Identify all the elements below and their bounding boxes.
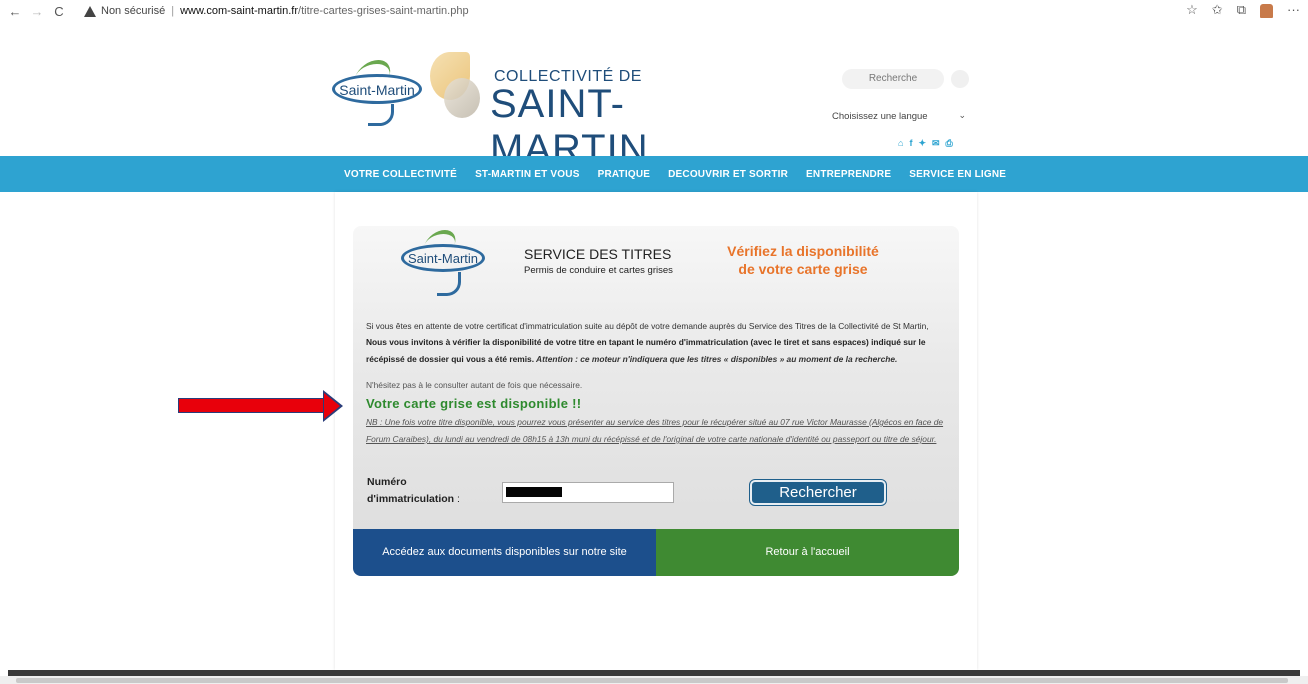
hesitez-text: N'hésitez pas à le consulter autant de f… bbox=[366, 380, 583, 390]
language-select-value: Choisissez une langue bbox=[832, 111, 928, 122]
profile-avatar[interactable] bbox=[1260, 4, 1273, 18]
card-logo-wave-icon bbox=[437, 272, 461, 296]
url-domain[interactable]: www.com-saint-martin.fr bbox=[180, 5, 298, 17]
read-aloud-icon[interactable]: ☆ bbox=[1186, 2, 1198, 18]
pickup-note: NB : Une fois votre titre disponible, vo… bbox=[366, 417, 944, 444]
service-subtitle: Permis de conduire et cartes grises bbox=[524, 265, 673, 276]
card-logo: Saint-Martin bbox=[401, 244, 485, 272]
nav-item-st-martin-et-vous[interactable]: ST-MARTIN ET VOUS bbox=[475, 169, 580, 180]
registration-label-line2: d'immatriculation bbox=[367, 493, 455, 505]
home-icon[interactable]: ⌂ bbox=[898, 138, 903, 149]
nav-item-decouvrir-et-sortir[interactable]: DECOUVRIR ET SORTIR bbox=[668, 169, 788, 180]
browser-toolbar: ← → C Non sécurisé | www.com-saint-marti… bbox=[0, 0, 1308, 22]
availability-result: Votre carte grise est disponible !! bbox=[366, 396, 582, 411]
twitter-icon[interactable]: ✦ bbox=[918, 138, 926, 149]
red-arrow-shaft bbox=[178, 398, 324, 413]
main-navigation: VOTRE COLLECTIVITÉ ST-MARTIN ET VOUS PRA… bbox=[0, 156, 1308, 192]
back-button[interactable]: ← bbox=[4, 4, 26, 19]
registration-number-input[interactable] bbox=[502, 482, 674, 503]
site-logo[interactable]: Saint-Martin COLLECTIVITÉ DE SAINT-MARTI… bbox=[328, 52, 768, 171]
verify-heading: Vérifiez la disponibilité de votre carte… bbox=[703, 242, 903, 278]
registration-label-colon: : bbox=[457, 493, 460, 505]
url-path[interactable]: /titre-cartes-grises-saint-martin.php bbox=[298, 5, 469, 17]
intro-text: Si vous êtes en attente de votre certifi… bbox=[366, 321, 929, 331]
phoenix-emblem-icon bbox=[424, 52, 486, 124]
browser-actions: ☆ ✩ ⧉ ··· bbox=[1186, 2, 1300, 18]
service-title: SERVICE DES TITRES bbox=[524, 246, 672, 262]
warning-icon[interactable] bbox=[84, 5, 96, 17]
nav-item-entreprendre[interactable]: ENTREPRENDRE bbox=[806, 169, 891, 180]
logo-wave-icon bbox=[368, 104, 394, 126]
logo-text: Saint-Martin bbox=[339, 82, 415, 98]
collections-icon[interactable]: ⧉ bbox=[1237, 2, 1246, 18]
red-arrow-head bbox=[324, 393, 340, 419]
nav-item-votre-collectivite[interactable]: VOTRE COLLECTIVITÉ bbox=[344, 169, 457, 180]
home-link-button[interactable]: Retour à l'accueil bbox=[656, 529, 959, 576]
verify-heading-line2: de votre carte grise bbox=[738, 261, 868, 277]
forward-button[interactable]: → bbox=[26, 4, 48, 19]
facebook-icon[interactable]: f bbox=[909, 138, 912, 149]
intro-italic-text: Attention : ce moteur n'indiquera que le… bbox=[534, 353, 898, 364]
verify-heading-line1: Vérifiez la disponibilité bbox=[727, 243, 879, 259]
redacted-value bbox=[506, 487, 562, 497]
documents-link-button[interactable]: Accédez aux documents disponibles sur no… bbox=[353, 529, 656, 576]
security-label[interactable]: Non sécurisé bbox=[101, 5, 165, 17]
nav-item-service-en-ligne[interactable]: SERVICE EN LIGNE bbox=[909, 169, 1006, 180]
chevron-down-icon: ⌄ bbox=[958, 110, 966, 120]
intro-paragraph: Si vous êtes en attente de votre certifi… bbox=[366, 318, 948, 367]
favorites-icon[interactable]: ✩ bbox=[1212, 2, 1223, 18]
more-menu-button[interactable]: ··· bbox=[1287, 2, 1300, 18]
vehicle-registration-card: Saint-Martin SERVICE DES TITRES Permis d… bbox=[353, 226, 959, 576]
card-logo-text: Saint-Martin bbox=[407, 251, 479, 266]
print-icon[interactable]: ⎙ bbox=[946, 138, 953, 149]
registration-label-line1: Numéro bbox=[367, 476, 407, 488]
social-links: ⌂ f ✦ ✉ ⎙ bbox=[898, 138, 953, 149]
scrollbar-thumb[interactable] bbox=[16, 678, 1288, 683]
reload-button[interactable]: C bbox=[48, 4, 70, 19]
search-input[interactable]: Recherche bbox=[842, 69, 944, 89]
language-select[interactable]: Choisissez une langue ⌄ bbox=[826, 108, 970, 126]
mail-icon[interactable]: ✉ bbox=[932, 138, 940, 149]
registration-number-label: Numéro d'immatriculation : bbox=[367, 474, 460, 508]
url-separator: | bbox=[171, 5, 175, 17]
search-submit-button[interactable] bbox=[951, 70, 969, 88]
nav-item-pratique[interactable]: PRATIQUE bbox=[598, 169, 651, 180]
rechercher-button[interactable]: Rechercher bbox=[750, 480, 886, 505]
logo-oval: Saint-Martin bbox=[332, 74, 422, 104]
